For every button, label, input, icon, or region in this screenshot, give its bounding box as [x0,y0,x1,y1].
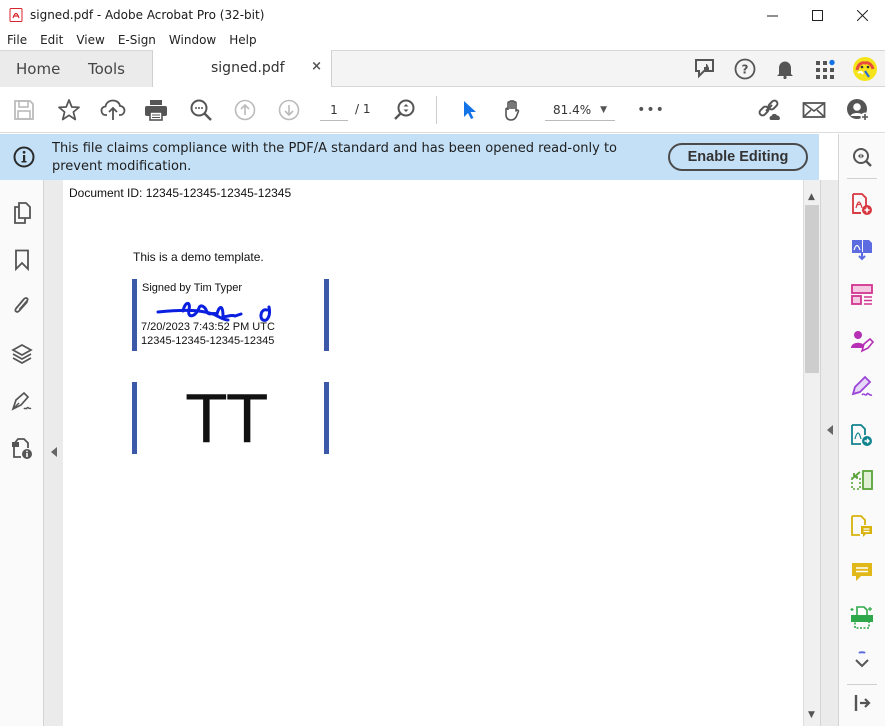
scrollbar-thumb[interactable] [805,205,819,373]
combine-files-icon[interactable] [849,236,875,262]
signatures-pen-icon[interactable] [9,388,35,414]
tab-home[interactable]: Home [0,51,80,87]
request-signatures-icon[interactable] [849,328,875,354]
zoom-level-dropdown[interactable]: 81.4% ▼ [545,99,615,121]
menu-window[interactable]: Window [162,33,222,47]
signature-left-bar [132,279,137,351]
expand-right-panel-arrow-icon [827,425,833,435]
left-panel-collapse-handle[interactable] [44,180,63,726]
find-text-icon[interactable] [187,96,215,124]
vertical-scrollbar[interactable]: ▲ ▼ [803,180,820,726]
help-icon[interactable]: ? [725,51,765,87]
feedback-icon[interactable] [685,51,725,87]
previous-page-icon[interactable] [231,96,259,124]
layers-icon[interactable] [9,341,35,367]
share-link-icon[interactable] [756,96,784,124]
left-navigation-panel [0,180,44,726]
bookmarks-icon[interactable] [9,247,35,273]
menu-help[interactable]: Help [222,33,262,47]
more-tools-icon[interactable]: ••• [637,96,665,124]
menu-esign[interactable]: E-Sign [111,33,162,47]
more-tools-chevron-icon[interactable] [849,648,875,674]
menu-view[interactable]: View [69,33,110,47]
attachments-icon[interactable] [9,292,35,318]
banner-message: This file claims compliance with the PDF… [52,141,617,174]
zoom-fit-icon[interactable] [391,96,419,124]
maximize-button[interactable] [795,0,840,30]
collapse-left-arrow-icon [51,447,57,457]
scroll-down-icon[interactable]: ▼ [808,710,815,720]
hand-tool-icon[interactable] [499,96,527,124]
document-id-line: Document ID: 12345-12345-12345-12345 [69,186,292,200]
main-toolbar: 1 / 1 81.4% ▼ ••• [0,87,885,133]
next-page-icon[interactable] [275,96,303,124]
chevron-down-icon: ▼ [600,105,607,115]
tab-document-label: signed.pdf [211,60,285,76]
save-icon[interactable] [10,96,38,124]
tab-document[interactable]: signed.pdf × [152,50,332,88]
zoom-level-value: 81.4% [553,103,592,117]
signature-id: 12345-12345-12345-12345 [141,335,275,347]
menu-bar: File Edit View E-Sign Window Help [0,30,885,50]
signed-by-text: Signed by Tim Typer [142,282,243,294]
zoom-tool-icon[interactable] [849,144,875,170]
right-tools-panel [838,134,885,726]
toolbar-divider [436,96,437,124]
apps-icon[interactable] [805,51,845,87]
collapse-tools-panel-icon[interactable] [849,690,875,716]
upload-cloud-icon[interactable] [99,96,127,124]
info-icon [13,146,35,168]
select-cursor-icon[interactable] [455,96,483,124]
pdfa-info-banner: This file claims compliance with the PDF… [0,134,819,180]
page-number-input[interactable]: 1 [320,99,348,121]
tab-bar: Home Tools signed.pdf × ? [0,50,885,88]
initials-text: TT [185,379,269,457]
svg-text:?: ? [742,63,749,77]
rail-divider [847,178,877,179]
compress-pdf-icon[interactable] [849,467,875,493]
notifications-icon[interactable] [765,51,805,87]
initials-right-bar [324,382,329,454]
comment-icon[interactable] [849,559,875,585]
close-window-button[interactable] [840,0,885,30]
window-title: signed.pdf - Adobe Acrobat Pro (32-bit) [30,8,265,22]
enable-editing-button[interactable]: Enable Editing [668,143,808,171]
print-icon[interactable] [142,96,170,124]
acrobat-icon [9,8,23,22]
fill-and-sign-icon[interactable] [849,374,875,400]
bookmark-star-icon[interactable] [55,96,83,124]
intro-text: This is a demo template. [133,250,264,264]
document-page: Document ID: 12345-12345-12345-12345 Thi… [63,180,803,726]
page-total: / 1 [355,102,371,116]
edit-comment-icon[interactable] [849,513,875,539]
handwritten-signature [156,301,271,322]
document-properties-icon[interactable] [9,435,35,461]
user-avatar[interactable] [845,51,885,87]
close-tab-icon[interactable]: × [311,59,322,74]
organize-pages-icon[interactable] [849,282,875,308]
right-panel-collapse-handle[interactable] [820,180,838,726]
page-thumbnails-icon[interactable] [9,200,35,226]
signature-right-bar [324,279,329,351]
initials-left-bar [132,382,137,454]
export-pdf-icon[interactable] [849,422,875,448]
menu-edit[interactable]: Edit [33,33,69,47]
title-bar: signed.pdf - Adobe Acrobat Pro (32-bit) [0,0,885,30]
menu-file[interactable]: File [0,33,33,47]
tab-tools[interactable]: Tools [80,51,152,87]
minimize-button[interactable] [750,0,795,30]
print-production-icon[interactable] [849,605,875,631]
add-user-icon[interactable] [844,96,872,124]
email-icon[interactable] [800,96,828,124]
rail-divider-bottom [847,684,877,685]
create-pdf-icon[interactable] [849,191,875,217]
scroll-up-icon[interactable]: ▲ [808,192,815,202]
